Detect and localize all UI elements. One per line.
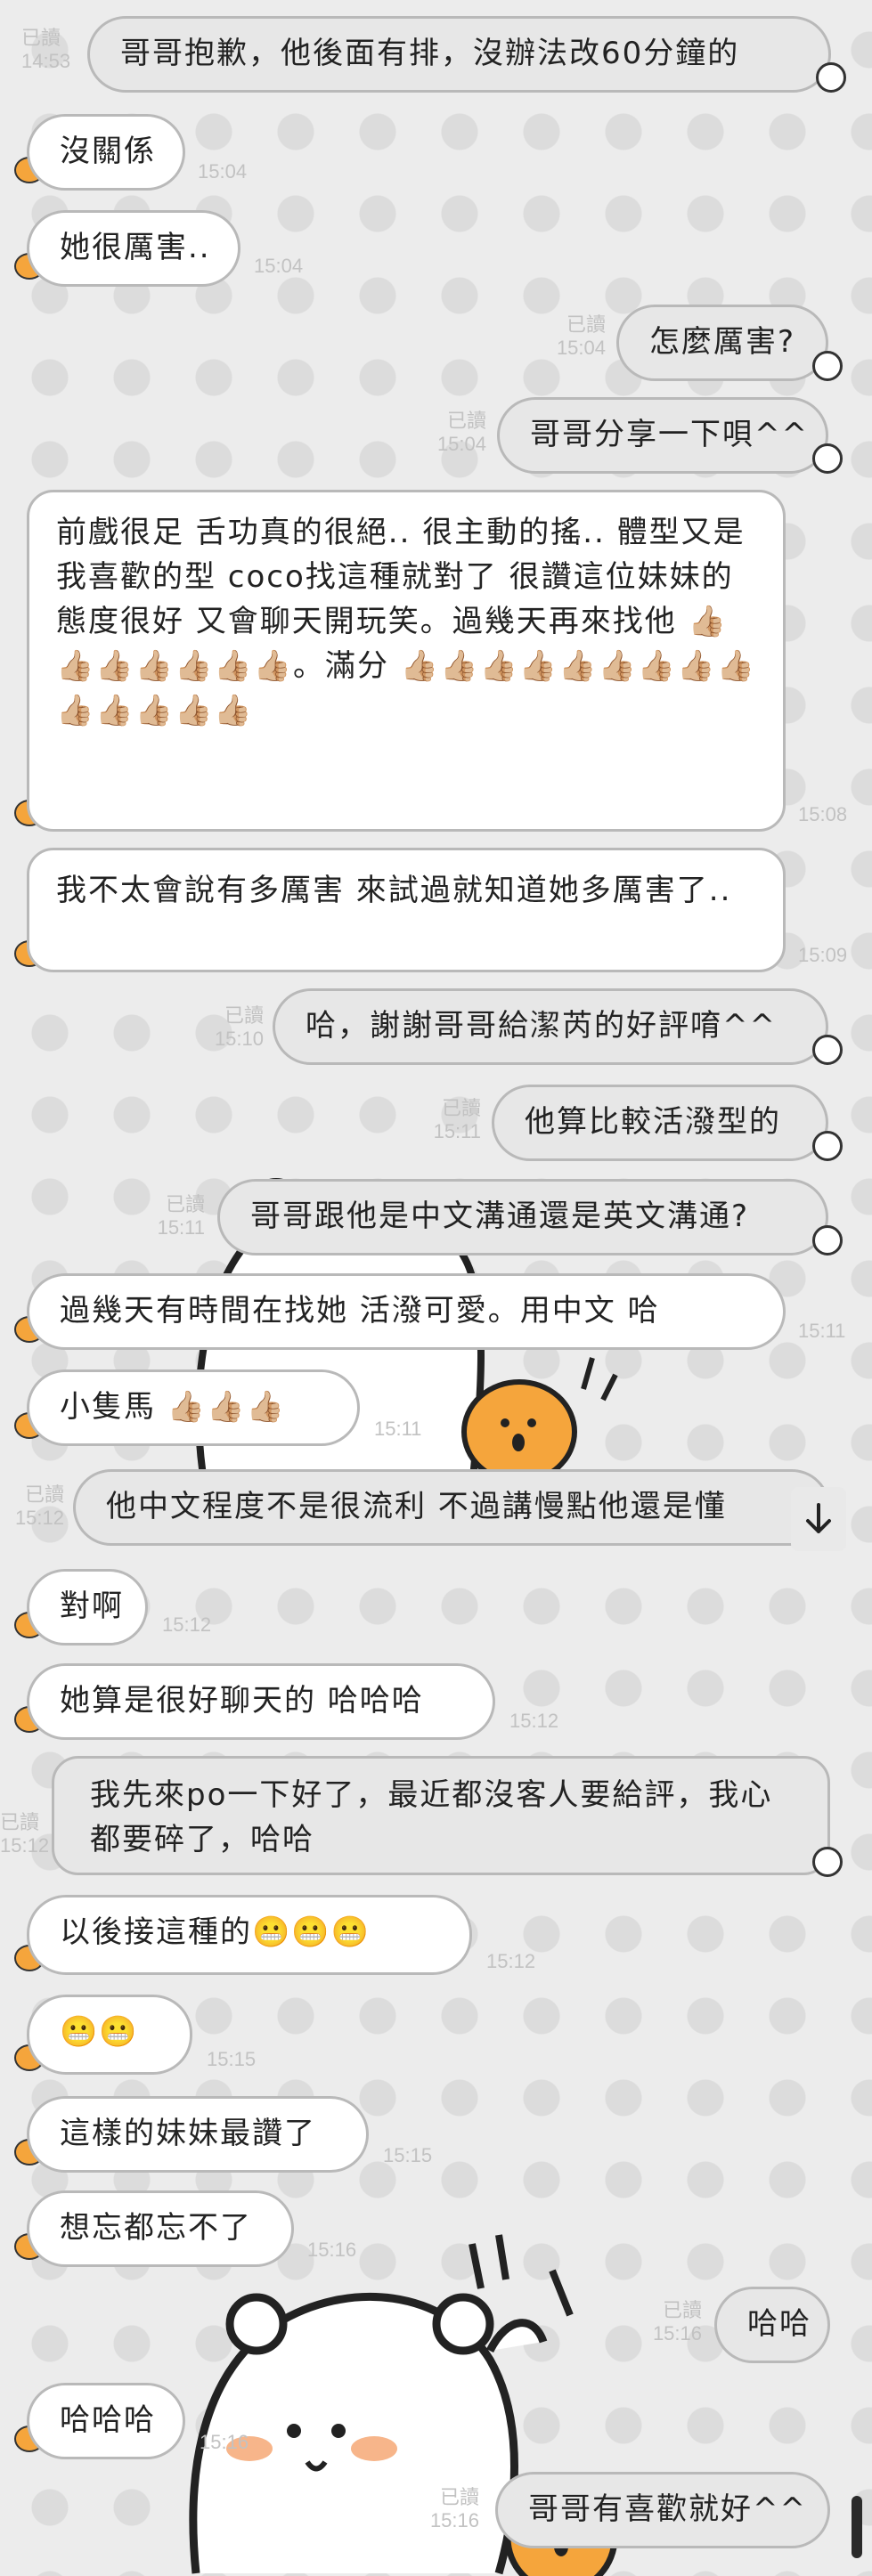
message-bubble-outgoing[interactable]: 哥哥抱歉，他後面有排，沒辦法改60分鐘的 — [87, 16, 831, 93]
message-time: 15:12 — [162, 1613, 212, 1636]
scrollbar[interactable] — [852, 2496, 862, 2558]
message-meta: 已讀 15:04 — [436, 410, 486, 455]
message-bubble-outgoing[interactable]: 哈，謝謝哥哥給潔芮的好評唷^^ — [273, 988, 828, 1065]
message-bubble-incoming[interactable]: 😬😬 — [27, 1995, 192, 2075]
message-bubble-incoming[interactable]: 她很厲害.. — [27, 210, 240, 287]
message-bubble-incoming[interactable]: 小隻馬 👍🏼👍🏼👍🏼 — [27, 1369, 360, 1446]
message-bubble-incoming[interactable]: 她算是很好聊天的 哈哈哈 — [27, 1663, 495, 1740]
bear-tail-icon — [812, 1035, 843, 1065]
message-time: 15:11 — [798, 1320, 846, 1342]
message-bubble-outgoing[interactable]: 他中文程度不是很流利 不過講慢點他還是懂 — [73, 1469, 830, 1546]
message-bubble-outgoing[interactable]: 怎麼厲害? — [616, 305, 828, 381]
message-meta: 已讀 14:53 — [21, 27, 71, 72]
message-bubble-outgoing[interactable]: 哈哈 — [714, 2287, 830, 2363]
message-bubble-incoming[interactable]: 前戲很足 舌功真的很絕.. 很主動的搖.. 體型又是我喜歡的型 coco找這種就… — [27, 490, 786, 832]
message-bubble-outgoing[interactable]: 他算比較活潑型的 — [492, 1085, 828, 1161]
message-bubble-outgoing[interactable]: 我先來po一下好了，最近都沒客人要給評，我心都要碎了，哈哈 — [52, 1756, 830, 1875]
message-bubble-incoming[interactable]: 哈哈哈 — [27, 2383, 185, 2459]
bear-tail-icon — [812, 1225, 843, 1255]
message-meta: 已讀 15:16 — [652, 2299, 702, 2344]
message-bubble-outgoing[interactable]: 哥哥跟他是中文溝通還是英文溝通? — [217, 1179, 828, 1255]
message-time: 15:08 — [798, 803, 848, 825]
message-time: 15:04 — [254, 255, 304, 277]
arrow-down-icon — [806, 1503, 831, 1533]
message-bubble-incoming[interactable]: 沒關係 — [27, 114, 185, 191]
message-time: 15:16 — [200, 2431, 249, 2453]
bear-tail-icon — [812, 1847, 843, 1877]
message-meta: 已讀 15:11 — [433, 1097, 481, 1142]
bear-tail-icon — [812, 443, 843, 474]
message-bubble-incoming[interactable]: 過幾天有時間在找她 活潑可愛。用中文 哈 — [27, 1273, 786, 1350]
message-bubble-incoming[interactable]: 對啊 — [27, 1569, 148, 1646]
message-time: 15:15 — [383, 2144, 433, 2166]
message-meta: 已讀 15:10 — [214, 1004, 264, 1050]
message-time: 15:04 — [198, 160, 248, 183]
scroll-to-bottom-button[interactable] — [791, 1487, 846, 1551]
message-time: 15:12 — [509, 1710, 559, 1732]
message-meta: 已讀 15:12 — [0, 1811, 50, 1857]
message-bubble-outgoing[interactable]: 哥哥有喜歡就好^^ — [495, 2472, 830, 2548]
chick-sticker — [461, 1357, 618, 1469]
message-bubble-outgoing[interactable]: 哥哥分享一下唄^^ — [497, 397, 828, 474]
bear-tail-icon — [812, 1131, 843, 1161]
message-meta: 已讀 15:11 — [157, 1193, 205, 1239]
bear-tail-icon — [812, 351, 843, 381]
chat-view[interactable]: 已讀 14:53 哥哥抱歉，他後面有排，沒辦法改60分鐘的 沒關係 15:04 她… — [0, 0, 872, 2576]
message-meta: 已讀 15:12 — [14, 1483, 64, 1529]
message-meta: 已讀 15:04 — [556, 313, 606, 359]
message-time: 15:12 — [486, 1950, 536, 1972]
bear-tail-icon — [816, 62, 846, 93]
message-meta: 已讀 15:16 — [429, 2486, 479, 2531]
message-time: 15:15 — [207, 2048, 257, 2070]
message-bubble-incoming[interactable]: 以後接這種的😬😬😬 — [27, 1895, 472, 1975]
message-bubble-incoming[interactable]: 這樣的妹妹最讚了 — [27, 2096, 369, 2173]
message-time: 15:09 — [798, 944, 848, 966]
message-time: 15:11 — [374, 1418, 422, 1440]
message-bubble-incoming[interactable]: 我不太會說有多厲害 來試過就知道她多厲害了.. — [27, 848, 786, 972]
